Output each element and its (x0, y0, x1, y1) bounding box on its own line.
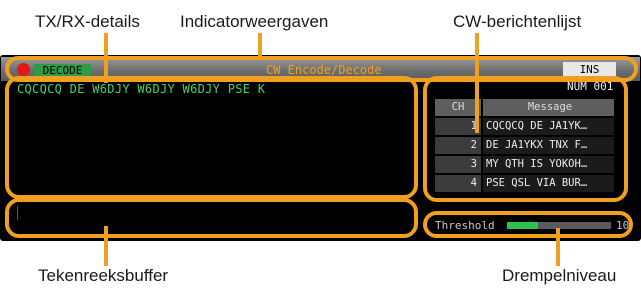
frame-string-buffer (5, 198, 418, 238)
callout-string-buffer: Tekenreeksbuffer (38, 266, 169, 285)
leader-string-buffer (104, 226, 108, 266)
leader-cw-message-list (475, 33, 479, 133)
callout-tx-rx-details: TX/RX-details (35, 12, 140, 31)
frame-tx-rx-details (5, 76, 418, 199)
callout-indicators: Indicatorweergaven (180, 12, 329, 31)
frame-threshold (423, 211, 633, 238)
frame-cw-message-list (423, 76, 628, 202)
callout-threshold-level: Drempelniveau (502, 266, 617, 285)
leader-threshold-level (556, 228, 560, 266)
callout-cw-message-list: CW-berichtenlijst (453, 12, 582, 31)
leader-indicators (258, 33, 262, 59)
leader-tx-rx-details (104, 33, 108, 83)
